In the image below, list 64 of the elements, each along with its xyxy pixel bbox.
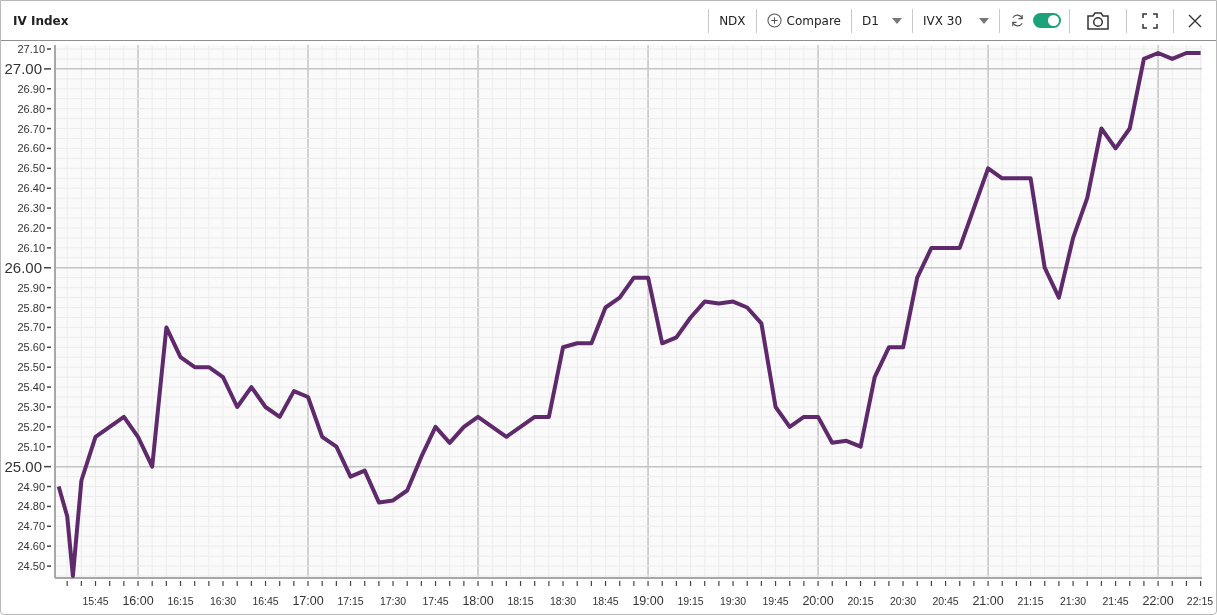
auto-refresh-toggle[interactable] [1033,13,1061,28]
x-axis-label: 22:00 [1142,594,1174,608]
y-axis-label: 26.60 [17,142,45,155]
x-axis-label: 18:45 [592,595,619,607]
x-axis-label: 21:00 [972,594,1004,608]
x-axis-label: 22:15 [1186,595,1214,607]
x-axis-label: 19:45 [762,595,789,607]
y-axis-label: 25.90 [17,281,45,294]
x-axis-label: 18:00 [462,594,494,608]
x-axis-label: 17:45 [422,595,449,607]
plus-circle-icon [766,13,782,28]
y-axis-label: 26.90 [17,82,45,95]
x-axis-label: 19:30 [719,595,747,607]
y-axis-label: 25.60 [17,341,45,354]
caret-icon [979,17,989,24]
symbol-button[interactable]: NDX [717,11,748,30]
y-axis-label: 26.40 [17,182,45,195]
window-title: IV Index [13,13,70,28]
x-axis-label: 16:15 [167,595,194,607]
x-axis-label: 15:45 [82,595,109,607]
x-axis-label: 21:30 [1059,595,1087,607]
y-axis-label: 25.50 [17,361,45,374]
y-axis-label: 26.50 [17,162,45,175]
y-axis-label: 26.30 [17,202,45,215]
y-axis-label: 25.80 [17,301,45,314]
y-axis-label: 25.20 [17,420,45,433]
x-axis-label: 18:30 [549,595,577,607]
y-axis-label: 24.90 [17,480,45,493]
y-axis-label: 25.30 [17,400,45,413]
fullscreen-icon[interactable] [1140,10,1160,31]
y-axis-label: 26.80 [17,102,45,115]
x-axis-label: 17:15 [337,595,364,607]
y-axis-label: 27.10 [17,43,45,55]
x-axis-label: 20:00 [802,594,834,608]
compare-button[interactable]: Compare [764,11,843,30]
y-axis-label: 24.80 [17,500,45,513]
x-axis-label: 21:15 [1017,595,1044,607]
y-axis-label: 25.70 [17,321,45,334]
y-axis-label: 25.10 [17,440,45,453]
y-axis-label: 26.70 [17,122,45,135]
x-axis-label: 20:30 [889,595,917,607]
x-axis-label: 16:30 [209,595,237,607]
y-axis-label: 24.60 [17,540,45,553]
x-axis-label: 18:15 [507,595,534,607]
x-axis-label: 21:45 [1102,595,1129,607]
y-axis-label: 24.70 [17,520,45,533]
y-axis-label: 27.00 [4,59,42,77]
y-axis-label: 26.20 [17,221,45,234]
x-axis-label: 17:30 [379,595,407,607]
x-axis-label: 19:15 [677,595,704,607]
y-axis-label: 25.00 [4,457,42,475]
y-axis-label: 25.40 [17,381,45,394]
x-axis-label: 19:00 [632,594,664,608]
y-axis-label: 26.00 [4,258,42,276]
period-dropdown[interactable]: D1 [860,11,904,30]
x-axis-label: 17:00 [292,594,324,608]
x-axis-label: 16:00 [122,594,154,608]
x-axis-label: 20:15 [847,595,874,607]
caret-icon [892,17,902,24]
x-axis-label: 20:45 [932,595,959,607]
y-axis-label: 24.50 [17,560,45,573]
x-axis-label: 16:45 [252,595,279,607]
measure-dropdown[interactable]: IVX 30 [921,11,991,30]
y-axis-label: 26.10 [17,241,45,254]
